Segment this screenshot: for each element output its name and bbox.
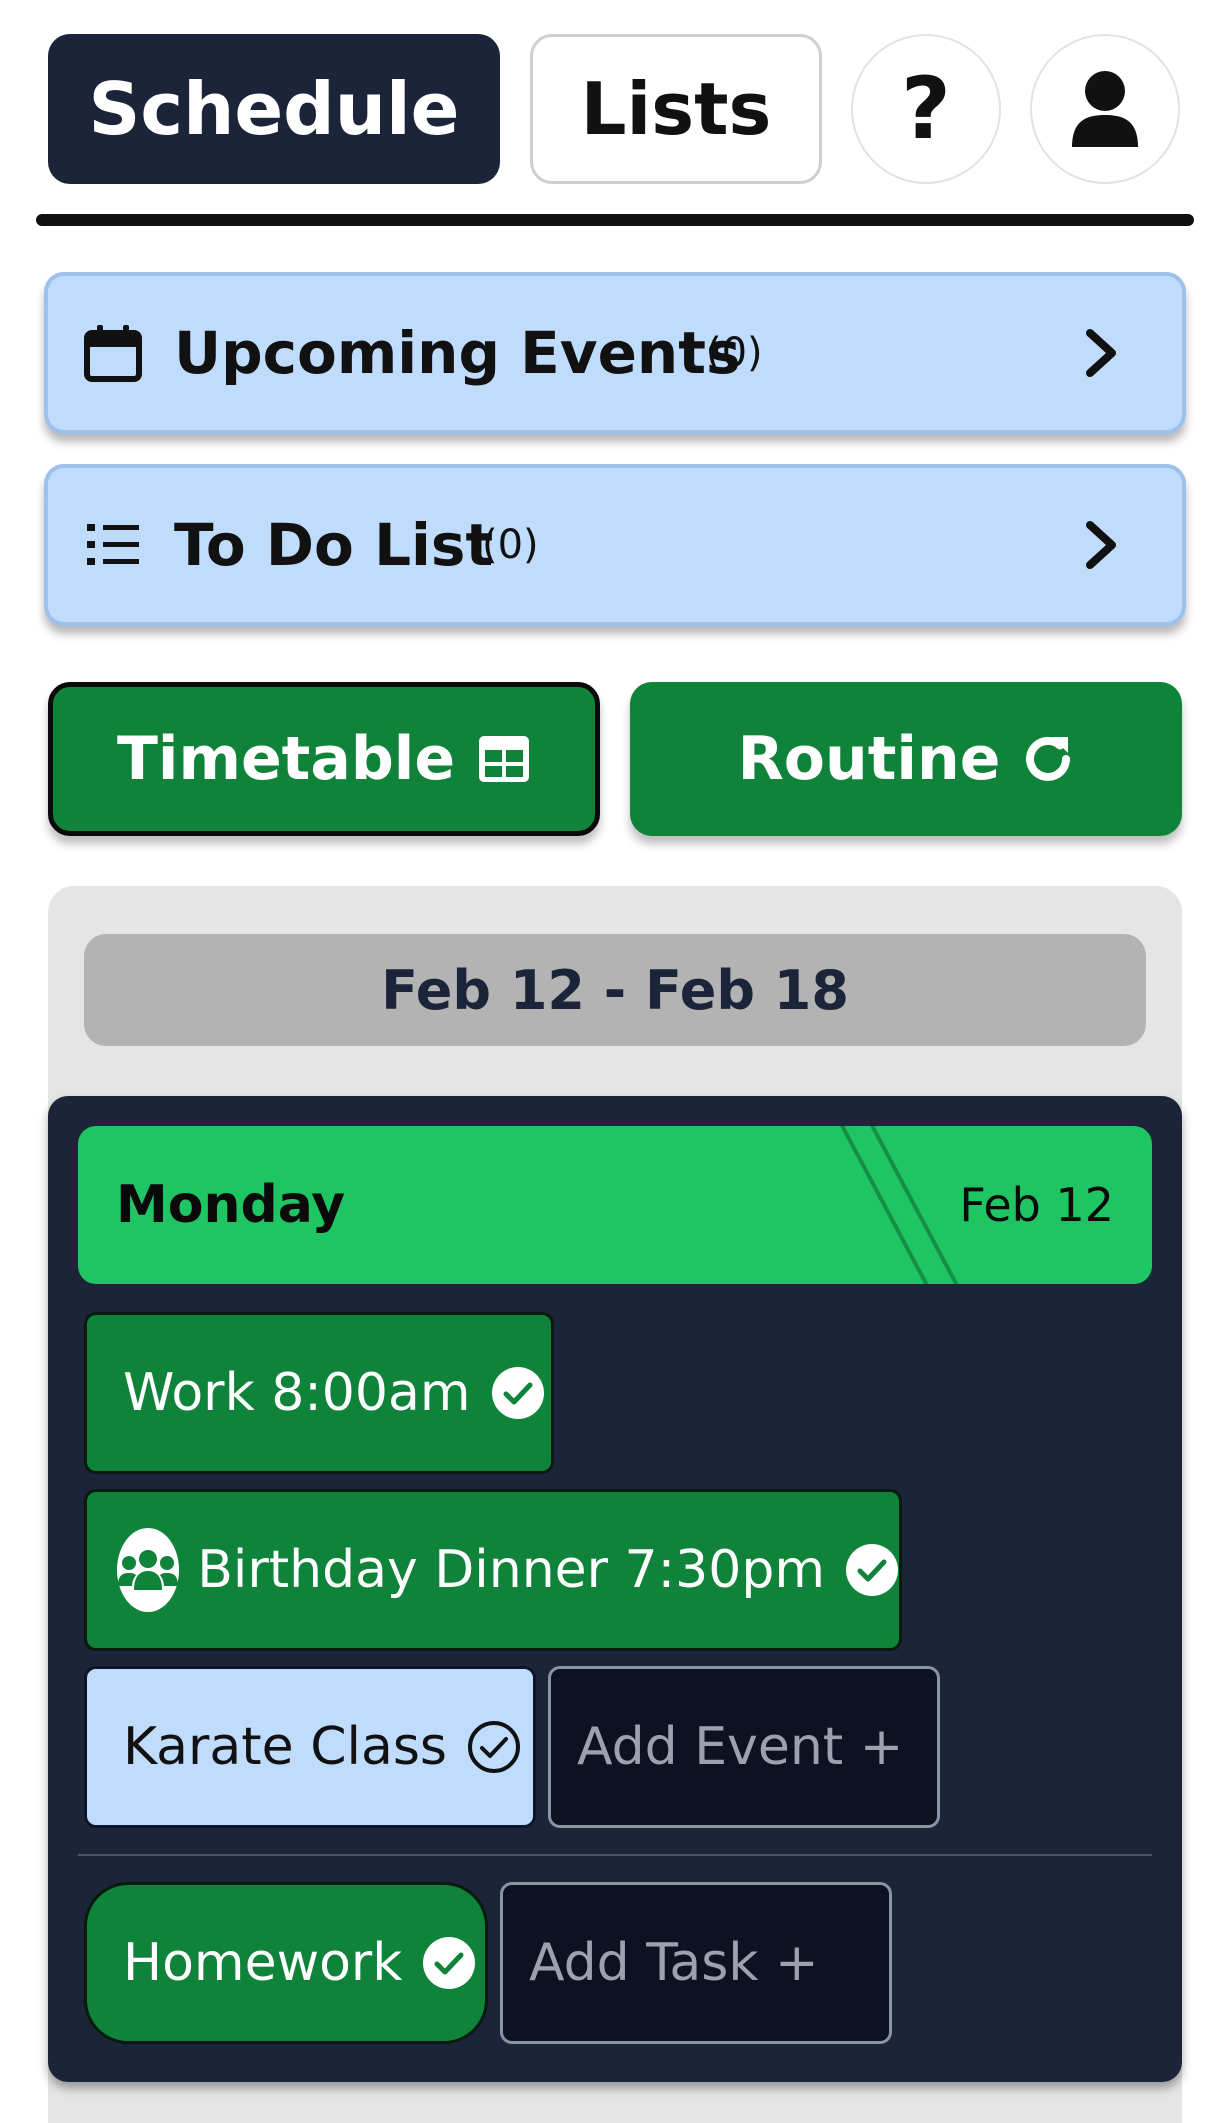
event-karate-class[interactable]: Karate Class	[84, 1666, 536, 1828]
todo-list-title: To Do List	[174, 511, 494, 579]
upcoming-events-card[interactable]: Upcoming Events (0)	[44, 272, 1186, 434]
help-button[interactable]: ?	[851, 34, 1001, 184]
group-icon	[117, 1528, 180, 1612]
check-circle-icon[interactable]	[845, 1543, 899, 1597]
timetable-label: Timetable	[116, 724, 456, 794]
event-birthday-dinner[interactable]: Birthday Dinner 7:30pm	[84, 1489, 902, 1651]
add-task-button[interactable]: Add Task +	[500, 1882, 892, 2044]
nav-divider	[36, 214, 1194, 226]
profile-button[interactable]	[1030, 34, 1180, 184]
schedule-tab[interactable]: Schedule	[48, 34, 500, 184]
check-circle-outline-icon[interactable]	[467, 1720, 521, 1774]
events-tasks-divider	[78, 1854, 1152, 1856]
check-circle-icon[interactable]	[422, 1936, 476, 1990]
chevron-right-icon	[1084, 325, 1124, 381]
timetable-button[interactable]: Timetable	[48, 682, 600, 836]
day-header: Monday Feb 12	[78, 1126, 1152, 1284]
add-task-label: Add Task +	[529, 1933, 819, 1993]
event-label: Karate Class	[123, 1717, 448, 1777]
chevron-right-icon	[1084, 517, 1124, 573]
add-event-button[interactable]: Add Event +	[548, 1666, 940, 1828]
task-label: Homework	[123, 1933, 403, 1993]
table-icon	[479, 736, 530, 782]
routine-button[interactable]: Routine	[630, 682, 1182, 836]
routine-label: Routine	[737, 724, 1001, 794]
event-work[interactable]: Work 8:00am	[84, 1312, 554, 1474]
calendar-icon	[82, 322, 144, 384]
list-icon	[82, 514, 144, 576]
header-stripe-decoration	[840, 1126, 938, 1284]
day-name: Monday	[116, 1175, 346, 1235]
event-label: Work 8:00am	[123, 1363, 471, 1423]
lists-tab[interactable]: Lists	[530, 34, 822, 184]
week-range-label[interactable]: Feb 12 - Feb 18	[84, 934, 1146, 1046]
check-circle-icon[interactable]	[491, 1366, 545, 1420]
user-icon	[1072, 71, 1138, 147]
top-nav: Schedule Lists ?	[48, 34, 1180, 184]
event-label: Birthday Dinner 7:30pm	[197, 1540, 825, 1600]
task-homework[interactable]: Homework	[84, 1882, 488, 2044]
add-event-label: Add Event +	[577, 1717, 904, 1777]
refresh-icon	[1026, 736, 1071, 781]
upcoming-events-title: Upcoming Events	[174, 319, 741, 387]
todo-list-card[interactable]: To Do List (0)	[44, 464, 1186, 626]
todo-list-count: (0)	[482, 522, 539, 568]
day-card-monday: Monday Feb 12 Work 8:00am Birthday Dinne…	[48, 1096, 1182, 2082]
day-date: Feb 12	[959, 1178, 1114, 1232]
upcoming-events-count: (0)	[706, 330, 763, 376]
